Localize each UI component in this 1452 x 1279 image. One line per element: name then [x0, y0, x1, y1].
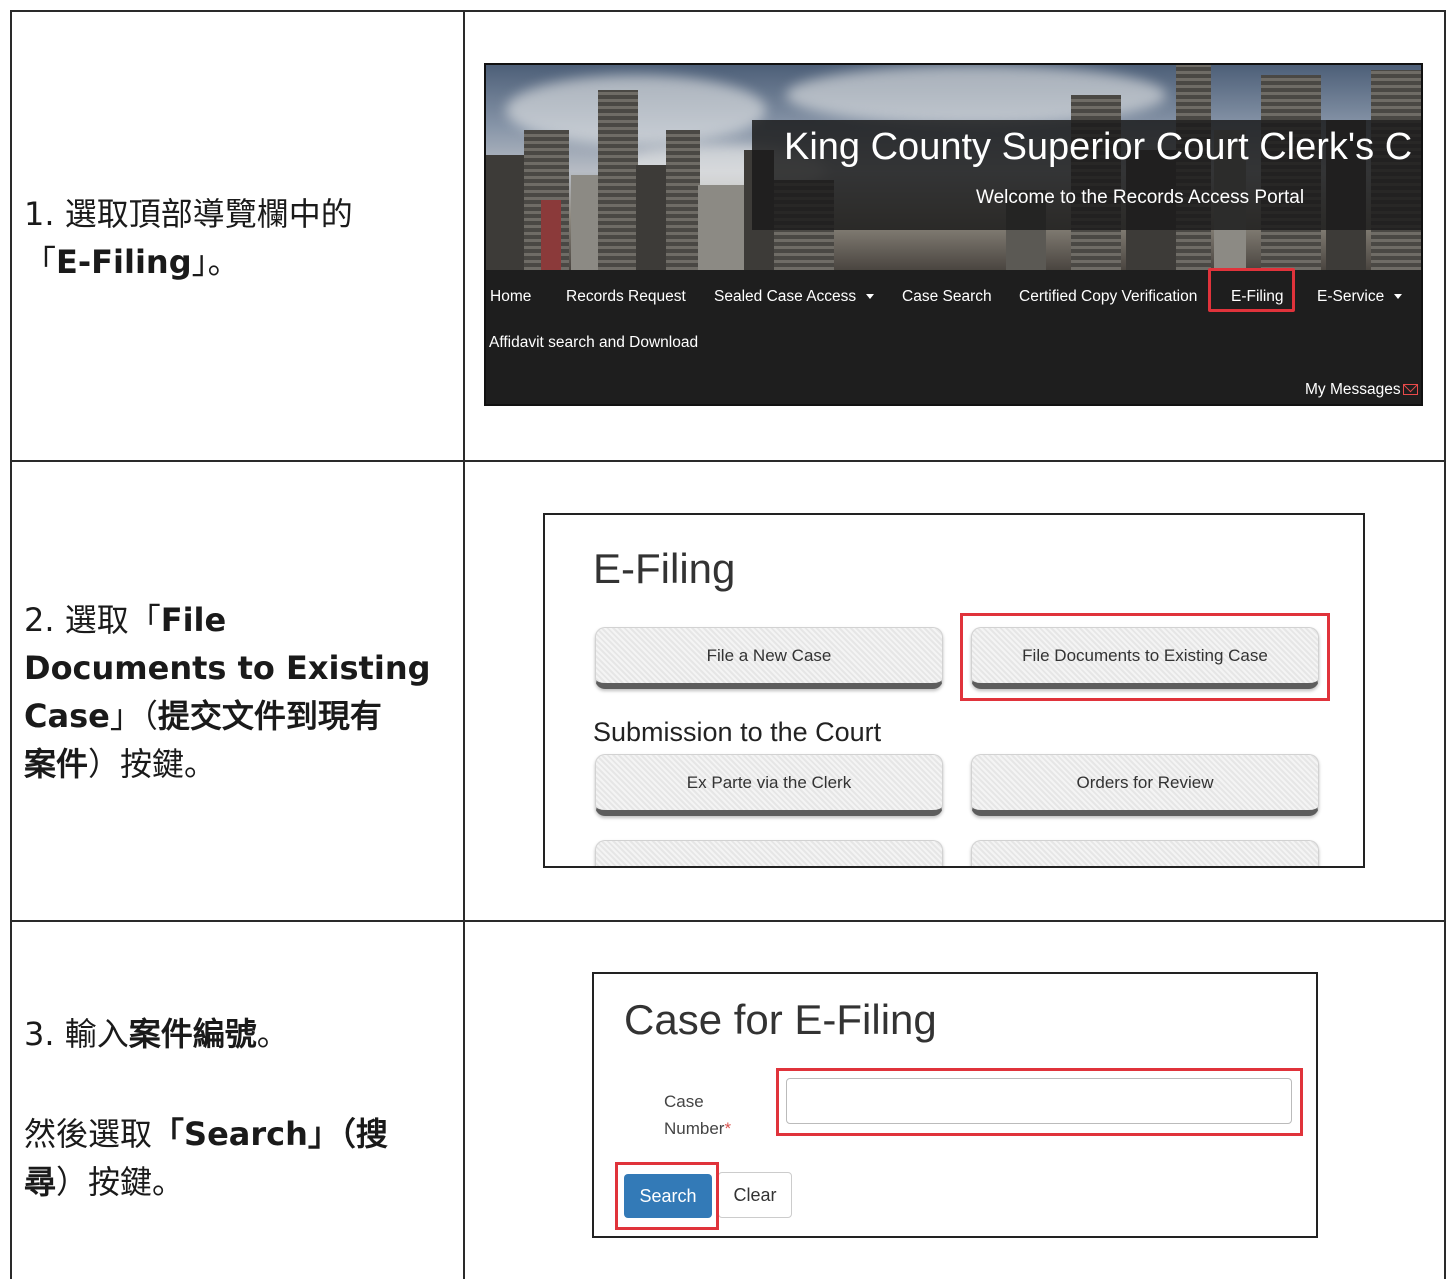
file-new-case-button[interactable]: File a New Case [595, 627, 943, 689]
step-2-punct: 」（ [109, 697, 158, 735]
portal-title: King County Superior Court Clerk's C [784, 126, 1413, 168]
case-form-heading: Case for E-Filing [624, 996, 937, 1043]
required-mark: * [724, 1119, 732, 1138]
step-3-prefix: 然後選取 [24, 1115, 153, 1153]
step-2-line: Case」（提交文件到現有 [24, 692, 444, 740]
portal-subtitle: Welcome to the Records Access Portal [976, 187, 1305, 208]
nav-affidavit-search[interactable]: Affidavit search and Download [489, 334, 698, 352]
step-2-line: 2. 選取「File [24, 596, 444, 644]
step-2-prefix: 2. 選取「 [24, 601, 161, 639]
column-divider [463, 12, 465, 1279]
step-2-keyword: File [160, 601, 227, 639]
submission-heading: Submission to the Court [593, 717, 882, 747]
nav-sealed-case-access[interactable]: Sealed Case Access [714, 288, 875, 306]
step-2-line: Documents to Existing [24, 644, 444, 692]
nav-e-service[interactable]: E-Service [1317, 288, 1403, 306]
step-3-keyword: 案件編號 [128, 1015, 257, 1053]
step-2-suffix: ）按鍵。 [88, 745, 217, 783]
step-2-translation: 案件 [24, 745, 89, 783]
e-filing-button-cut-off[interactable] [595, 840, 943, 866]
step-3-suffix: ）按鍵。 [56, 1163, 185, 1201]
portal-header-screenshot: King County Superior Court Clerk's C Wel… [484, 63, 1423, 406]
caret-down-icon [1394, 294, 1403, 300]
nav-certified-copy-verification[interactable]: Certified Copy Verification [1019, 288, 1197, 306]
step-2-translation: 提交文件到現有 [157, 697, 382, 735]
case-number-label: Case Number* [664, 1088, 731, 1142]
bracket-close: 」。 [191, 243, 240, 281]
building [598, 90, 638, 270]
envelope-icon [1402, 384, 1418, 395]
ex-parte-button[interactable]: Ex Parte via the Clerk [595, 754, 943, 816]
nav-case-search[interactable]: Case Search [902, 288, 992, 306]
building [571, 175, 601, 270]
e-filing-heading: E-Filing [593, 545, 736, 592]
step-3-keyword: 「Search」（搜 [152, 1115, 388, 1153]
row-divider [12, 460, 1444, 462]
step-2-keyword: Documents to Existing [24, 649, 431, 687]
orders-for-review-button[interactable]: Orders for Review [971, 754, 1319, 816]
label-line: Case [664, 1092, 704, 1111]
step-1-text: 1. 選取頂部導覽欄中的 「E-Filing」。 [24, 190, 444, 286]
e-filing-button-cut-off[interactable] [971, 840, 1319, 866]
label-line: Number* [664, 1115, 731, 1142]
case-search-screenshot: Case for E-Filing Case Number* Search Cl… [592, 972, 1318, 1238]
portal-title-box: King County Superior Court Clerk's C Wel… [752, 120, 1421, 230]
nav-my-messages[interactable]: My Messages [1305, 381, 1418, 399]
nav-records-request[interactable]: Records Request [566, 288, 686, 306]
caret-down-icon [866, 294, 875, 300]
step-1-line: 1. 選取頂部導覽欄中的 [24, 195, 353, 233]
building [541, 200, 561, 270]
e-filing-screenshot: E-Filing File a New Case File Documents … [543, 513, 1365, 868]
building [636, 165, 670, 270]
step-3-text: 3. 輸入案件編號。 然後選取「Search」（搜 尋）按鍵。 [24, 1010, 444, 1206]
step-2-keyword: Case [24, 697, 110, 735]
step-3-line: 尋）按鍵。 [24, 1158, 444, 1206]
label-text: Number [664, 1119, 725, 1138]
highlight-box [776, 1068, 1303, 1136]
bracket-open: 「 [24, 243, 57, 281]
nav-home[interactable]: Home [490, 288, 531, 306]
nav-label: E-Service [1317, 288, 1385, 305]
step-3-punct: 。 [256, 1015, 289, 1053]
building [666, 130, 700, 270]
step-3-line: 3. 輸入案件編號。 [24, 1010, 444, 1058]
highlight-box [615, 1162, 719, 1230]
clear-button[interactable]: Clear [718, 1172, 792, 1218]
step-3-line: 然後選取「Search」（搜 [24, 1110, 444, 1158]
nav-label: My Messages [1305, 381, 1401, 398]
highlight-box [1208, 268, 1295, 312]
nav-label: Sealed Case Access [714, 288, 857, 305]
step-1-line: 「E-Filing」。 [24, 238, 444, 286]
step-2-line: 案件）按鍵。 [24, 740, 444, 788]
building [698, 185, 746, 270]
step-2-text: 2. 選取「File Documents to Existing Case」（提… [24, 596, 444, 788]
highlight-box [960, 613, 1330, 701]
step-3-keyword: 尋 [24, 1163, 57, 1201]
building [486, 155, 524, 270]
step-1-keyword: E-Filing [56, 243, 192, 281]
step-3-prefix: 3. 輸入 [24, 1015, 129, 1053]
row-divider [12, 920, 1444, 922]
